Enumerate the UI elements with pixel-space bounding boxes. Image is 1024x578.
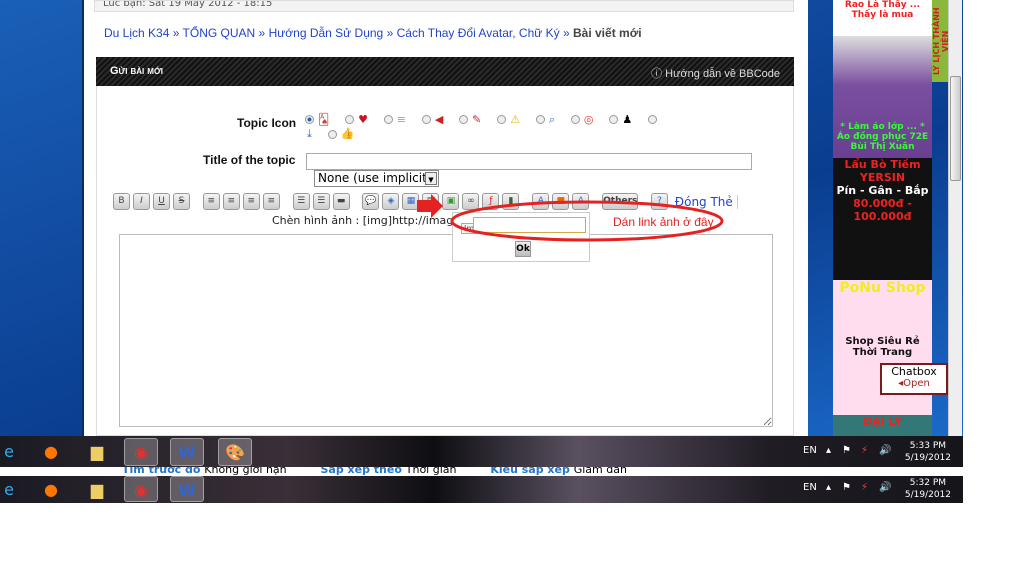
taskbar-top: e ● ▆ ◉ W 🎨 EN ▴ ⚑ ⚡ 🔊 5:33 PM 5/19/2012 [0, 436, 963, 467]
message-textarea[interactable] [119, 234, 773, 427]
lifebuoy-icon: ◎ [583, 112, 594, 126]
hr-button[interactable]: ▬ [332, 193, 350, 210]
sort-strip: Tìm trước đó Không giới hạn Sắp xếp theo… [82, 467, 963, 476]
breadcrumb-sep: » [386, 26, 394, 40]
topic-icon-radio[interactable] [459, 115, 469, 124]
ad-banner: * Làm áo lớp ... * Áo đồng phục 72E Bùi … [833, 36, 932, 158]
justify-button[interactable]: ≡ [262, 193, 280, 210]
help-icon: ⓘ [651, 68, 663, 80]
topic-icon-radio[interactable] [421, 115, 431, 124]
topic-icon-radio[interactable] [609, 115, 619, 124]
topic-icon-radio[interactable] [345, 115, 355, 124]
word-icon[interactable]: W [170, 476, 204, 502]
topic-icon-label: Topic Icon [237, 116, 297, 130]
megaphone-icon: ◀ [434, 112, 444, 126]
tray-arrow-icon[interactable]: ▴ [826, 482, 831, 493]
clock[interactable]: 5:32 PM 5/19/2012 [905, 477, 951, 501]
breadcrumb-link[interactable]: TỔNG QUAN [183, 26, 256, 40]
language-indicator[interactable]: EN [803, 482, 817, 493]
chart-icon: ≡ [396, 112, 407, 126]
post-form: Topic Icon 🂡 ♥ ≡ ◀ ✎ ⚠ ⌕ ◎ ♟ ⤓ 👍 Title o… [96, 86, 794, 436]
taskbar-bottom: e ● ▆ ◉ W EN ▴ ⚑ ⚡ 🔊 5:32 PM 5/19/2012 [0, 476, 963, 503]
firefox-icon[interactable]: ● [34, 476, 68, 504]
breadcrumb: Du Lịch K34 » TỔNG QUAN » Hướng Dẫn Sử D… [104, 26, 642, 40]
ad-banner: Rao Là Thấy ... Thấy là mua [833, 0, 932, 36]
numbered-list-button[interactable]: ☰ [312, 193, 330, 210]
firefox-icon[interactable]: ● [34, 438, 68, 466]
last-visit-strip: Lúc bạn: Sat 19 May 2012 - 18:15 [94, 0, 794, 12]
power-icon[interactable]: ⚡ [861, 482, 868, 493]
ad-banner: ĐẠI LÝ [833, 415, 932, 436]
chatbox-widget[interactable]: Chatbox ◂Open [880, 363, 948, 395]
language-indicator[interactable]: EN [803, 445, 817, 456]
topic-icon-radio[interactable] [648, 115, 658, 124]
chatbox-title: Chatbox [891, 365, 937, 378]
quote-button[interactable]: 💬 [362, 193, 380, 210]
flag-icon[interactable]: ⚑ [842, 482, 851, 493]
red-arrow-icon [417, 194, 443, 218]
align-right-button[interactable]: ≡ [242, 193, 260, 210]
topic-icon-radio[interactable] [383, 115, 393, 124]
word-icon[interactable]: W [170, 438, 204, 466]
paint-icon[interactable]: 🎨 [218, 438, 252, 466]
explorer-icon[interactable]: ▆ [80, 476, 114, 504]
ie-icon[interactable]: e [0, 438, 26, 466]
download-icon: ⤓ [307, 127, 312, 140]
volume-icon[interactable]: 🔊 [879, 482, 891, 493]
pin-icon: ✎ [472, 112, 482, 126]
breadcrumb-link[interactable]: Hướng Dẫn Sử Dụng [269, 26, 384, 40]
flag-icon[interactable]: ⚑ [842, 445, 851, 456]
volume-icon[interactable]: 🔊 [879, 445, 891, 456]
user-icon: ♟ [622, 112, 633, 126]
underline-button[interactable]: U [153, 193, 170, 210]
prefix-select-value: None (use implicit) [318, 171, 432, 185]
browser-page: Lúc bạn: Sat 19 May 2012 - 18:15 Du Lịch… [82, 0, 808, 436]
explorer-icon[interactable]: ▆ [80, 438, 114, 466]
bbcode-help-label: Hướng dẫn về BBCode [665, 68, 780, 80]
annotation-text: Dán link ảnh ở đây [613, 215, 714, 229]
breadcrumb-sep: » [172, 26, 180, 40]
breadcrumb-link[interactable]: Du Lịch K34 [104, 26, 169, 40]
search-icon: ⌕ [548, 112, 556, 126]
cards-icon: 🂡 [318, 112, 330, 126]
member-profile-tab[interactable]: LÝ LỊCH THÀNH VIÊN [932, 0, 950, 82]
align-left-button[interactable]: ≡ [202, 193, 220, 210]
scrollbar-thumb[interactable] [950, 76, 961, 181]
warning-icon: ⚠ [510, 112, 521, 126]
ad-banner: Lẩu Bò Tiềm YERSIN Pín - Gân - Bắp 80.000đ… [833, 158, 932, 280]
prefix-select[interactable]: None (use implicit) ▼ [314, 170, 439, 187]
post-header-bar: Gửi bài mới ⓘ Hướng dẫn về BBCode [96, 57, 794, 86]
topic-icon-radio[interactable] [535, 115, 545, 124]
heart-icon: ♥ [358, 112, 368, 126]
clock[interactable]: 5:33 PM 5/19/2012 [905, 440, 951, 464]
post-header-title: Gửi bài mới [110, 65, 164, 77]
topic-icon-radio[interactable] [327, 129, 337, 139]
topic-icon-radio[interactable] [497, 115, 507, 124]
breadcrumb-sep: » [258, 26, 266, 40]
strike-button[interactable]: S [173, 193, 190, 210]
chevron-down-icon: ▼ [425, 172, 437, 185]
ie-icon[interactable]: e [0, 476, 26, 504]
chrome-icon[interactable]: ◉ [124, 476, 158, 502]
topic-icon-options: 🂡 ♥ ≡ ◀ ✎ ⚠ ⌕ ◎ ♟ ⤓ 👍 [293, 112, 773, 141]
topic-icon-radio[interactable] [570, 115, 580, 124]
breadcrumb-link[interactable]: Cách Thay Đổi Avatar, Chữ Ký [397, 26, 560, 40]
thumbs-up-icon: 👍 [340, 127, 355, 140]
bullet-list-button[interactable]: ☰ [292, 193, 310, 210]
align-center-button[interactable]: ≡ [222, 193, 240, 210]
power-icon[interactable]: ⚡ [861, 445, 868, 456]
chrome-icon[interactable]: ◉ [124, 438, 158, 466]
bbcode-help-link[interactable]: ⓘ Hướng dẫn về BBCode [651, 65, 780, 81]
italic-button[interactable]: I [133, 193, 150, 210]
page-scrollbar[interactable] [948, 0, 962, 436]
tray-arrow-icon[interactable]: ▴ [826, 445, 831, 456]
chatbox-open: Open [903, 378, 930, 389]
breadcrumb-current: Bài viết mới [573, 26, 642, 40]
topic-icon-radio[interactable] [305, 115, 314, 124]
breadcrumb-sep: » [562, 26, 570, 40]
bold-button[interactable]: B [113, 193, 130, 210]
title-input[interactable] [306, 153, 752, 170]
title-label: Title of the topic [203, 153, 296, 167]
